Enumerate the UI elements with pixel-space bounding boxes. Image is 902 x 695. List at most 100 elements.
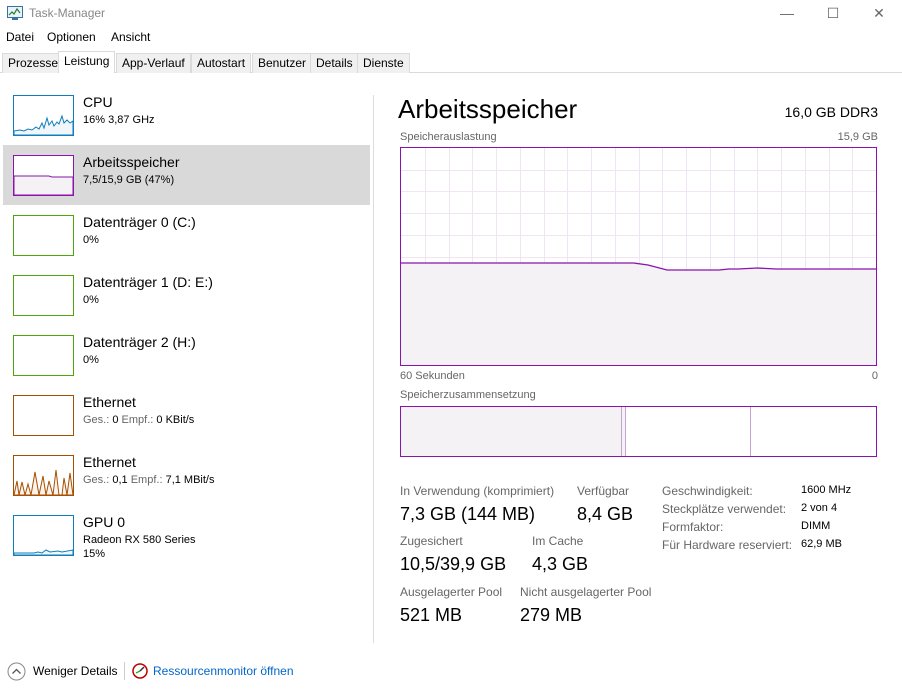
committed-value: 10,5/39,9 GB [400, 554, 507, 574]
maximize-icon: ☐ [826, 4, 840, 21]
graph-time-left: 60 Sekunden [400, 370, 465, 382]
sidebar-item-ethernet-2[interactable]: Ethernet Ges.: 0,1 Empf.: 7,1 MBit/s [3, 445, 370, 505]
memory-composition-bar [400, 406, 877, 457]
memory-spec: 16,0 GB DDR3 [784, 104, 878, 120]
menu-optionen[interactable]: Optionen [47, 30, 96, 44]
available-value: 8,4 GB [577, 504, 634, 524]
sidebar-item-value: 16% 3,87 GHz [83, 114, 155, 126]
sidebar-item-value: Ges.: 0,1 Empf.: 7,1 MBit/s [83, 474, 214, 486]
recv-value: 7,1 MBit/s [165, 474, 215, 486]
title-bar: Task-Manager — ☐ ✕ [0, 0, 902, 26]
sidebar-item-ethernet-1[interactable]: Ethernet Ges.: 0 Empf.: 0 KBit/s [3, 385, 370, 445]
sidebar-item-value: 0% [83, 234, 99, 246]
in-use-label: In Verwendung (komprimiert) [400, 484, 555, 498]
menu-bar: Datei Optionen Ansicht [0, 28, 902, 48]
footer-bar: Weniger Details Ressourcenmonitor öffnen [0, 656, 902, 686]
form-factor-value: DIMM [801, 520, 831, 532]
in-use-value: 7,3 GB (144 MB) [400, 504, 536, 524]
close-button[interactable]: ✕ [856, 0, 902, 26]
sidebar-item-percent: 15% [83, 548, 106, 560]
committed-label: Zugesichert [400, 534, 463, 548]
send-value: 0,1 [112, 474, 128, 486]
memory-usage-graph [400, 147, 877, 366]
sidebar-item-label: Ethernet [83, 454, 136, 470]
tab-strip: Prozesse Leistung App-Verlauf Autostart … [0, 51, 902, 73]
composition-in-use [401, 407, 622, 456]
send-label: Ges.: [83, 414, 110, 426]
page-title: Arbeitsspeicher [398, 94, 578, 124]
usage-area [401, 263, 876, 365]
available-label: Verfügbar [577, 484, 630, 498]
minimize-icon: — [780, 5, 794, 21]
sidebar-item-value: 0% [83, 294, 99, 306]
cached-value: 4,3 GB [532, 554, 589, 574]
sidebar-item-value: 0% [83, 354, 99, 366]
gpu-graph-icon [13, 515, 74, 556]
cached-label: Im Cache [532, 534, 584, 548]
sidebar-item-label: Datenträger 2 (H:) [83, 334, 196, 350]
recv-label: Empf.: [130, 474, 163, 486]
reserved-label: Für Hardware reserviert: [662, 538, 793, 552]
nonpaged-pool-label: Nicht ausgelagerter Pool [520, 585, 652, 599]
sidebar-item-disk-0[interactable]: Datenträger 0 (C:) 0% [3, 205, 370, 265]
memory-usage-chart [401, 148, 876, 365]
composition-modified [622, 407, 626, 456]
composition-standby-divider [750, 407, 751, 456]
sidebar-item-cpu[interactable]: CPU 16% 3,87 GHz [3, 85, 370, 145]
disk-graph-icon [13, 335, 74, 376]
ethernet-graph-icon [13, 455, 74, 496]
sidebar-item-value: Radeon RX 580 Series [83, 534, 196, 546]
disk-graph-icon [13, 215, 74, 256]
graph-label: Speicherauslastung [400, 131, 497, 143]
tab-app-verlauf[interactable]: App-Verlauf [116, 53, 191, 73]
chevron-up-icon[interactable] [7, 662, 26, 681]
composition-label: Speicherzusammensetzung [400, 389, 536, 401]
disk-graph-icon [13, 275, 74, 316]
tab-details[interactable]: Details [310, 53, 359, 73]
task-manager-icon [7, 6, 23, 20]
tab-benutzer[interactable]: Benutzer [252, 53, 313, 73]
speed-value: 1600 MHz [801, 484, 852, 496]
sidebar-item-label: Ethernet [83, 394, 136, 410]
resource-monitor-link[interactable]: Ressourcenmonitor öffnen [153, 664, 294, 678]
speed-label: Geschwindigkeit: [662, 484, 753, 498]
memory-graph-icon [13, 155, 74, 196]
menu-ansicht[interactable]: Ansicht [111, 30, 150, 44]
sidebar-item-memory[interactable]: Arbeitsspeicher 7,5/15,9 GB (47%) [3, 145, 370, 205]
sidebar-item-disk-1[interactable]: Datenträger 1 (D: E:) 0% [3, 265, 370, 325]
sidebar-item-label: Arbeitsspeicher [83, 154, 180, 170]
pane-divider[interactable] [373, 95, 374, 643]
menu-datei[interactable]: Datei [6, 30, 34, 44]
graph-max-label: 15,9 GB [837, 131, 878, 143]
window-title: Task-Manager [29, 6, 106, 20]
sidebar-item-gpu-0[interactable]: GPU 0 Radeon RX 580 Series 15% [3, 505, 370, 565]
sidebar-item-disk-2[interactable]: Datenträger 2 (H:) 0% [3, 325, 370, 385]
cpu-graph-icon [13, 95, 74, 136]
tab-prozesse[interactable]: Prozesse [2, 53, 65, 73]
tab-leistung[interactable]: Leistung [58, 51, 116, 73]
tab-autostart[interactable]: Autostart [191, 53, 252, 73]
fewer-details-link[interactable]: Weniger Details [33, 664, 117, 678]
nonpaged-pool-value: 279 MB [520, 605, 583, 625]
tab-dienste[interactable]: Dienste [357, 53, 410, 73]
recv-value: 0 KBit/s [156, 414, 195, 426]
send-label: Ges.: [83, 474, 110, 486]
memory-detail-panel: Arbeitsspeicher 16,0 GB DDR3 Speicheraus… [398, 82, 888, 642]
sidebar-item-label: Datenträger 1 (D: E:) [83, 274, 213, 290]
slots-value: 2 von 4 [801, 502, 838, 514]
footer-separator [124, 662, 125, 680]
recv-label: Empf.: [121, 414, 154, 426]
slots-label: Steckplätze verwendet: [662, 502, 787, 516]
close-icon: ✕ [873, 4, 885, 21]
sidebar-item-label: CPU [83, 94, 113, 110]
sidebar-item-value: 7,5/15,9 GB (47%) [83, 174, 175, 186]
minimize-button[interactable]: — [764, 0, 810, 26]
paged-pool-value: 521 MB [400, 605, 463, 625]
form-factor-label: Formfaktor: [662, 520, 724, 534]
sidebar-item-value: Ges.: 0 Empf.: 0 KBit/s [83, 414, 194, 426]
send-value: 0 [112, 414, 119, 426]
reserved-value: 62,9 MB [801, 538, 842, 550]
graph-time-right: 0 [871, 370, 878, 382]
paged-pool-label: Ausgelagerter Pool [400, 585, 503, 599]
maximize-button[interactable]: ☐ [810, 0, 856, 26]
